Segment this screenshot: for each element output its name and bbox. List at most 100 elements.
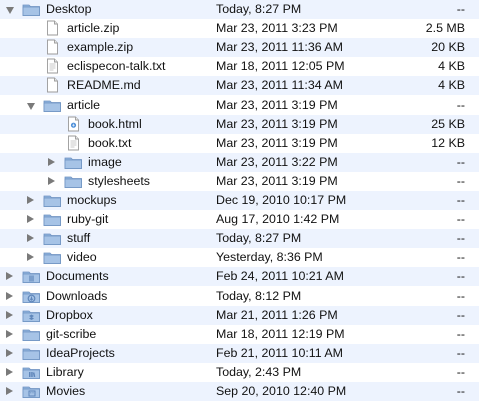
- file-name: stuff: [67, 231, 91, 246]
- disclosure-triangle-closed-icon[interactable]: [6, 387, 13, 395]
- disclosure-triangle-closed-icon[interactable]: [27, 196, 34, 204]
- file-row[interactable]: mockups Dec 19, 2010 10:17 PM --: [0, 191, 479, 210]
- disclosure-triangle-open-icon[interactable]: [27, 102, 35, 110]
- date-modified: Yesterday, 8:36 PM: [216, 250, 323, 265]
- file-row[interactable]: git-scribe Mar 18, 2011 12:19 PM --: [0, 324, 479, 344]
- date-modified: Mar 23, 2011 3:19 PM: [216, 97, 338, 112]
- text-file-icon: [66, 135, 81, 151]
- file-size: --: [456, 345, 465, 360]
- date-modified: Feb 21, 2011 10:11 AM: [216, 345, 343, 360]
- file-row[interactable]: eclispecon-talk.txt Mar 18, 2011 12:05 PM…: [0, 57, 479, 77]
- file-row[interactable]: example.zip Mar 23, 2011 11:36 AM 20 KB: [0, 38, 479, 58]
- disclosure-triangle-closed-icon[interactable]: [6, 310, 13, 319]
- file-size: --: [456, 269, 465, 284]
- file-name: image: [88, 154, 122, 169]
- file-row[interactable]: article Mar 23, 2011 3:19 PM --: [0, 95, 479, 115]
- file-name: article: [67, 97, 101, 112]
- file-icon: [45, 77, 60, 93]
- date-modified: Mar 23, 2011 3:22 PM: [216, 154, 338, 169]
- folder-icon: [64, 174, 83, 189]
- file-name: README.md: [67, 78, 141, 93]
- folder-icon: [43, 193, 62, 208]
- date-modified: Aug 17, 2010 1:42 PM: [216, 212, 340, 227]
- downloads-folder-icon: [22, 289, 41, 304]
- folder-icon: [64, 155, 83, 170]
- file-name: example.zip: [67, 40, 134, 55]
- file-name: video: [67, 250, 97, 265]
- date-modified: Mar 23, 2011 3:19 PM: [216, 173, 338, 188]
- date-modified: Mar 23, 2011 3:19 PM: [216, 135, 338, 150]
- file-row[interactable]: Dropbox Mar 21, 2011 1:26 PM --: [0, 305, 479, 325]
- file-size: 12 KB: [431, 135, 465, 150]
- date-modified: Sep 20, 2010 12:40 PM: [216, 384, 347, 398]
- file-row[interactable]: IdeaProjects Feb 21, 2011 10:11 AM --: [0, 343, 479, 363]
- date-modified: Mar 23, 2011 3:23 PM: [216, 21, 338, 36]
- disclosure-triangle-closed-icon[interactable]: [6, 329, 13, 338]
- date-modified: Mar 18, 2011 12:19 PM: [216, 326, 345, 341]
- file-row[interactable]: video Yesterday, 8:36 PM --: [0, 248, 479, 268]
- file-size: --: [456, 231, 465, 246]
- date-modified: Today, 8:12 PM: [216, 288, 302, 303]
- file-name: book.txt: [88, 135, 132, 150]
- disclosure-triangle-closed-icon[interactable]: [27, 234, 34, 243]
- folder-icon: [43, 98, 62, 113]
- file-row[interactable]: Documents Feb 24, 2011 10:21 AM --: [0, 267, 479, 287]
- file-name: Library: [46, 364, 84, 379]
- file-name: Desktop: [46, 2, 92, 16]
- file-row[interactable]: image Mar 23, 2011 3:22 PM --: [0, 152, 479, 172]
- file-size: --: [456, 212, 465, 227]
- file-size: 25 KB: [431, 116, 465, 131]
- disclosure-triangle-closed-icon[interactable]: [48, 157, 55, 166]
- disclosure-triangle-closed-icon[interactable]: [27, 215, 34, 224]
- file-row[interactable]: ruby-git Aug 17, 2010 1:42 PM --: [0, 210, 479, 230]
- movies-folder-icon: [22, 384, 41, 399]
- file-size: --: [456, 326, 465, 341]
- file-row[interactable]: README.md Mar 23, 2011 11:34 AM 4 KB: [0, 76, 479, 96]
- file-row[interactable]: book.html Mar 23, 2011 3:19 PM 25 KB: [0, 114, 479, 134]
- file-size: --: [456, 364, 465, 379]
- finder-list-view: Desktop Today, 8:27 PM -- article.zip Mar 2…: [0, 0, 479, 402]
- file-name: article.zip: [67, 21, 120, 36]
- date-modified: Dec 19, 2010 10:17 PM: [216, 193, 347, 207]
- folder-icon: [43, 212, 62, 227]
- file-size: --: [456, 250, 465, 265]
- disclosure-triangle-closed-icon[interactable]: [6, 348, 13, 357]
- file-row[interactable]: stuff Today, 8:27 PM --: [0, 229, 479, 249]
- html-file-icon: [66, 116, 81, 132]
- file-size: 20 KB: [431, 40, 465, 55]
- date-modified: Today, 2:43 PM: [216, 364, 302, 379]
- file-name: stylesheets: [88, 173, 150, 188]
- file-row[interactable]: Downloads Today, 8:12 PM --: [0, 286, 479, 306]
- file-size: --: [456, 193, 465, 207]
- disclosure-triangle-closed-icon[interactable]: [6, 272, 13, 281]
- disclosure-triangle-closed-icon[interactable]: [6, 367, 13, 376]
- text-file-icon: [45, 58, 60, 74]
- file-row[interactable]: book.txt Mar 23, 2011 3:19 PM 12 KB: [0, 133, 479, 153]
- file-size: --: [456, 384, 465, 398]
- file-size: 2.5 MB: [425, 21, 465, 36]
- file-size: --: [456, 97, 465, 112]
- file-name: Dropbox: [46, 307, 93, 322]
- file-size: --: [456, 288, 465, 303]
- file-icon: [45, 20, 60, 36]
- date-modified: Feb 24, 2011 10:21 AM: [216, 269, 344, 284]
- file-size: --: [456, 307, 465, 322]
- file-row[interactable]: stylesheets Mar 23, 2011 3:19 PM --: [0, 171, 479, 191]
- date-modified: Mar 21, 2011 1:26 PM: [216, 307, 338, 322]
- date-modified: Mar 23, 2011 11:34 AM: [216, 78, 343, 93]
- disclosure-triangle-closed-icon[interactable]: [48, 176, 55, 185]
- file-name: IdeaProjects: [46, 345, 115, 360]
- date-modified: Mar 23, 2011 3:19 PM: [216, 116, 338, 131]
- file-size: 4 KB: [438, 78, 465, 93]
- file-row[interactable]: article.zip Mar 23, 2011 3:23 PM 2.5 MB: [0, 19, 479, 39]
- file-row[interactable]: Desktop Today, 8:27 PM --: [0, 0, 479, 19]
- file-name: Downloads: [46, 288, 108, 303]
- folder-icon: [43, 250, 62, 265]
- disclosure-triangle-closed-icon[interactable]: [6, 291, 13, 300]
- disclosure-triangle-open-icon[interactable]: [6, 7, 14, 14]
- disclosure-triangle-closed-icon[interactable]: [27, 253, 34, 262]
- file-row[interactable]: Movies Sep 20, 2010 12:40 PM --: [0, 382, 479, 401]
- folder-icon: [43, 231, 62, 246]
- file-row[interactable]: Library Today, 2:43 PM --: [0, 362, 479, 382]
- file-size: --: [456, 2, 465, 16]
